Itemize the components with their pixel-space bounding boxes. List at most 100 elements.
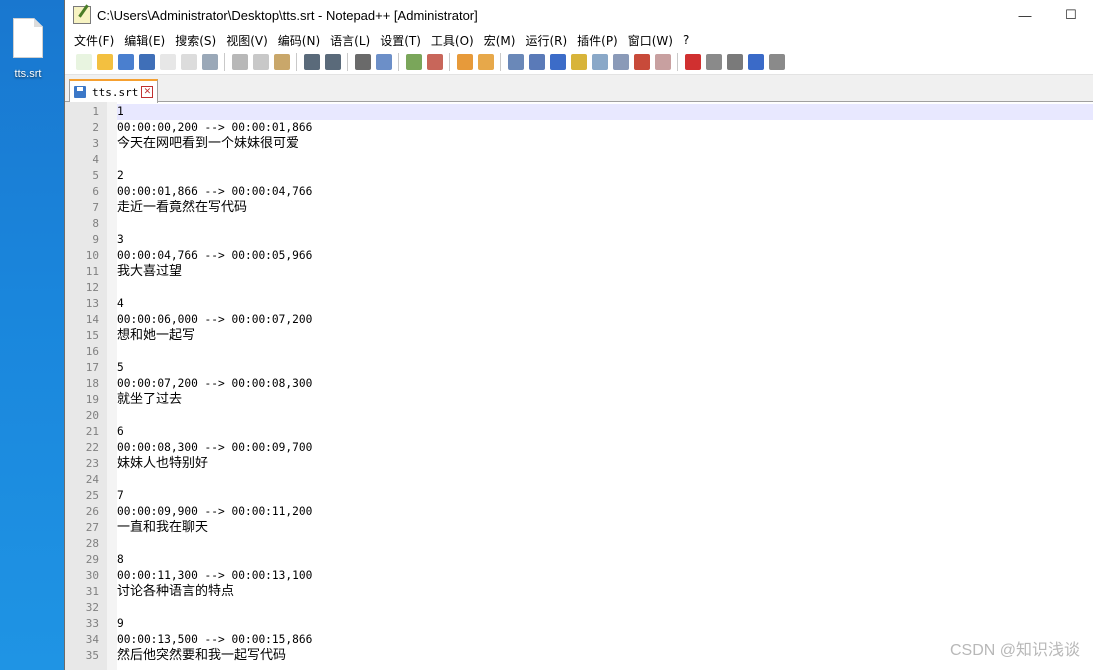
- editor-line[interactable]: 24: [86, 472, 1093, 488]
- user-lang-icon[interactable]: [570, 54, 587, 70]
- sync-vertical-icon[interactable]: [456, 54, 473, 70]
- editor-line[interactable]: 13 4: [86, 296, 1093, 312]
- play-macro-icon[interactable]: [726, 54, 743, 70]
- save-macro-icon[interactable]: [768, 54, 785, 70]
- maximize-button[interactable]: ☐: [1048, 0, 1093, 30]
- undo-icon[interactable]: [303, 54, 320, 70]
- editor-line[interactable]: 6 00:00:01,866 --> 00:00:04,766: [92, 184, 1093, 200]
- paste-icon[interactable]: [273, 54, 290, 70]
- redo-icon[interactable]: [324, 54, 341, 70]
- menu-item[interactable]: 搜索(S): [170, 32, 221, 49]
- editor-line[interactable]: 33 9: [86, 616, 1093, 632]
- word-wrap-icon[interactable]: [507, 54, 524, 70]
- menu-item[interactable]: 插件(P): [572, 32, 623, 49]
- editor-line[interactable]: 28: [86, 536, 1093, 552]
- editor[interactable]: 1 1 2 00:00:00,200 --> 00:00:01,866 3 今天在网吧看到…: [65, 102, 1093, 670]
- indent-guide-icon[interactable]: [549, 54, 566, 70]
- editor-line[interactable]: 18 00:00:07,200 --> 00:00:08,300: [86, 376, 1093, 392]
- save-all-icon[interactable]: [138, 54, 155, 70]
- editor-line[interactable]: 35 然后他突然要和我一起写代码: [86, 648, 1093, 664]
- menu-item[interactable]: 语言(L): [325, 32, 375, 49]
- editor-line[interactable]: 21 6: [86, 424, 1093, 440]
- editor-line[interactable]: 10 00:00:04,766 --> 00:00:05,966: [86, 248, 1093, 264]
- editor-line[interactable]: 32: [86, 600, 1093, 616]
- zoom-in-icon[interactable]: [405, 54, 422, 70]
- editor-line[interactable]: 22 00:00:08,300 --> 00:00:09,700: [86, 440, 1093, 456]
- close-all-icon[interactable]: [180, 54, 197, 70]
- menu-item[interactable]: 编辑(E): [119, 32, 170, 49]
- new-file-icon[interactable]: [75, 54, 92, 70]
- editor-line[interactable]: 93: [92, 232, 1093, 248]
- open-file-icon[interactable]: [96, 54, 113, 70]
- menu-item[interactable]: 视图(V): [221, 32, 273, 49]
- folder-workspace-icon[interactable]: [633, 54, 650, 70]
- editor-line[interactable]: 29 8: [86, 552, 1093, 568]
- text-area[interactable]: 1 1 2 00:00:00,200 --> 00:00:01,866 3 今天在网吧看到…: [86, 104, 1093, 664]
- line-text: 然后他突然要和我一起写代码: [117, 648, 287, 663]
- print-icon[interactable]: [201, 54, 218, 70]
- line-number: 4: [92, 153, 99, 166]
- show-all-chars-icon[interactable]: [528, 54, 545, 70]
- menu-item[interactable]: ?: [678, 33, 694, 47]
- editor-line[interactable]: 14 00:00:06,000 --> 00:00:07,200: [86, 312, 1093, 328]
- desktop-file-tts-srt[interactable]: tts.srt: [6, 18, 50, 80]
- copy-icon[interactable]: [252, 54, 269, 70]
- find-icon[interactable]: [354, 54, 371, 70]
- editor-line[interactable]: 34 00:00:13,500 --> 00:00:15,866: [86, 632, 1093, 648]
- save-icon[interactable]: [117, 54, 134, 70]
- editor-line[interactable]: 25 7: [86, 488, 1093, 504]
- editor-line[interactable]: 27 一直和我在聊天: [86, 520, 1093, 536]
- editor-line[interactable]: 11: [92, 104, 1093, 120]
- line-number: 35: [85, 649, 99, 662]
- sync-horizontal-icon[interactable]: [477, 54, 494, 70]
- menu-item[interactable]: 文件(F): [69, 32, 119, 49]
- editor-line[interactable]: 20: [86, 408, 1093, 424]
- editor-line[interactable]: 3 今天在网吧看到一个妹妹很可爱: [92, 136, 1093, 152]
- menu-item[interactable]: 窗口(W): [623, 32, 678, 49]
- editor-line[interactable]: 26 00:00:09,900 --> 00:00:11,200: [86, 504, 1093, 520]
- editor-line[interactable]: 23 妹妹人也特别好: [86, 456, 1093, 472]
- tab-tts-srt[interactable]: tts.srt ✕: [69, 79, 159, 103]
- monitor-icon[interactable]: [654, 54, 671, 70]
- line-text: 00:00:04,766 --> 00:00:05,966: [117, 249, 313, 262]
- editor-line[interactable]: 30 00:00:11,300 --> 00:00:13,100: [86, 568, 1093, 584]
- line-number: 3: [92, 137, 99, 150]
- line-text: 00:00:13,500 --> 00:00:15,866: [117, 633, 313, 646]
- editor-line[interactable]: 15 想和她一起写: [86, 328, 1093, 344]
- tab-close-button[interactable]: ✕: [141, 86, 154, 98]
- line-text: 00:00:11,300 --> 00:00:13,100: [117, 569, 313, 582]
- menu-item[interactable]: 设置(T): [375, 32, 426, 49]
- editor-line[interactable]: 7 走近一看竟然在写代码: [92, 200, 1093, 216]
- record-macro-icon[interactable]: [684, 54, 701, 70]
- stop-macro-icon[interactable]: [705, 54, 722, 70]
- editor-line[interactable]: 8: [92, 216, 1093, 232]
- run-macro-multiple-icon[interactable]: [747, 54, 764, 70]
- line-number: 18: [85, 377, 99, 390]
- function-list-icon[interactable]: [612, 54, 629, 70]
- editor-line[interactable]: 12: [86, 280, 1093, 296]
- editor-line[interactable]: 31 讨论各种语言的特点: [86, 584, 1093, 600]
- line-number: 32: [85, 601, 99, 614]
- menu-item[interactable]: 编码(N): [273, 32, 325, 49]
- editor-line[interactable]: 17 5: [86, 360, 1093, 376]
- cut-icon[interactable]: [231, 54, 248, 70]
- editor-line[interactable]: 16: [86, 344, 1093, 360]
- replace-icon[interactable]: [375, 54, 392, 70]
- close-icon[interactable]: [159, 54, 176, 70]
- line-number: 17: [85, 361, 99, 374]
- doc-map-icon[interactable]: [591, 54, 608, 70]
- editor-line[interactable]: 11 我大喜过望: [86, 264, 1093, 280]
- line-text: 就坐了过去: [117, 392, 183, 407]
- line-text: 4: [117, 297, 124, 310]
- menu-item[interactable]: 工具(O): [426, 32, 479, 49]
- editor-line[interactable]: 19 就坐了过去: [86, 392, 1093, 408]
- menu-item[interactable]: 运行(R): [520, 32, 572, 49]
- editor-line[interactable]: 52: [92, 168, 1093, 184]
- minimize-button[interactable]: —: [1002, 0, 1048, 30]
- menu-item[interactable]: 宏(M): [479, 32, 521, 49]
- line-number: 27: [85, 521, 99, 534]
- tab-label: tts.srt: [92, 85, 139, 99]
- editor-line[interactable]: 4: [92, 152, 1093, 168]
- zoom-out-icon[interactable]: [426, 54, 443, 70]
- editor-line[interactable]: 2 00:00:00,200 --> 00:00:01,866: [92, 120, 1093, 136]
